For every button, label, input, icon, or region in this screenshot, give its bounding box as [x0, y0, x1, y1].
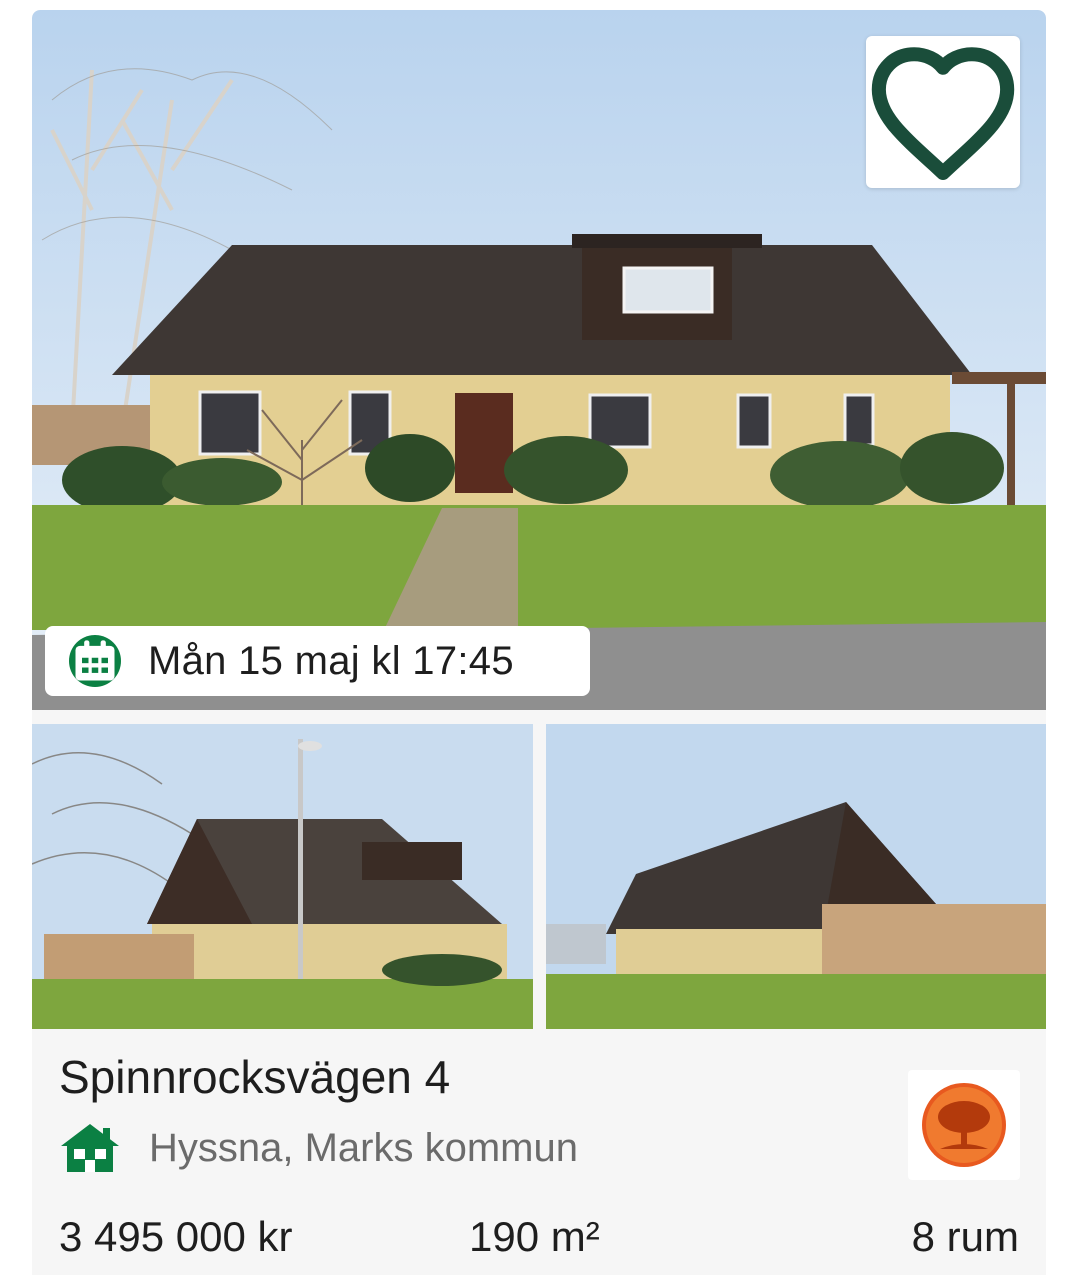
location-row: Hyssna, Marks kommun [59, 1120, 578, 1176]
listing-card[interactable]: Mån 15 maj kl 17:45 Spinnrocksvägen 4 Hy… [32, 10, 1046, 1275]
listing-price: 3 495 000 kr [59, 1213, 293, 1260]
favorite-button[interactable] [866, 36, 1020, 188]
house-icon [61, 1124, 119, 1172]
listing-rooms: 8 rum [911, 1213, 1019, 1260]
tree-logo-icon [922, 1083, 1006, 1167]
calendar-icon [69, 635, 121, 687]
listing-area: 190 m² [469, 1213, 600, 1260]
main-photo[interactable]: Mån 15 maj kl 17:45 [32, 10, 1046, 710]
listing-location: Hyssna, Marks kommun [149, 1125, 578, 1170]
thumbnail-photo-2[interactable] [546, 724, 1046, 1029]
heart-outline-icon [871, 47, 1015, 181]
viewing-badge: Mån 15 maj kl 17:45 [45, 626, 590, 696]
broker-logo[interactable] [908, 1070, 1020, 1180]
listing-address[interactable]: Spinnrocksvägen 4 [59, 1050, 450, 1104]
thumbnail-photo-1[interactable] [32, 724, 533, 1029]
viewing-time: Mån 15 maj kl 17:45 [148, 638, 514, 683]
